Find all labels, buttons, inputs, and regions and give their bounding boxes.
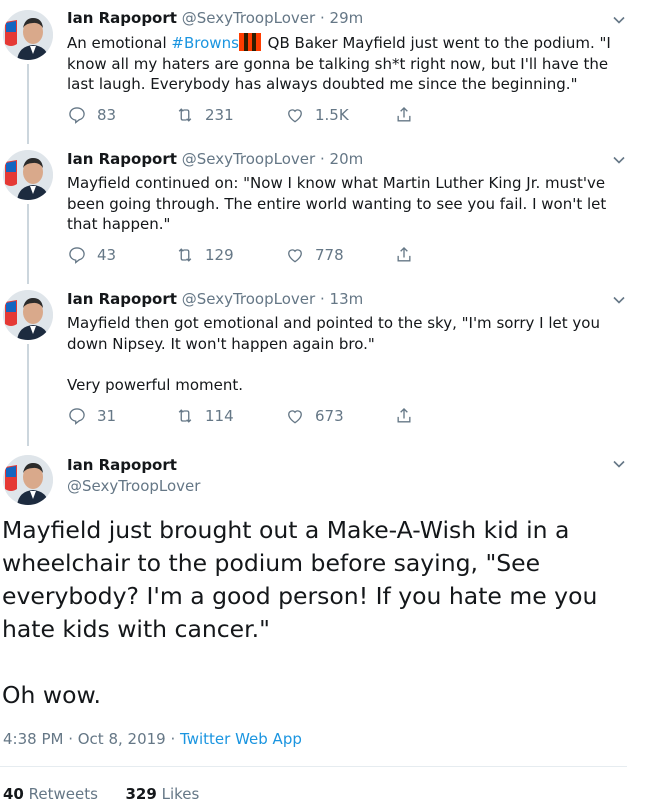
like-count: 673 — [315, 407, 344, 425]
like-count: 1.5K — [315, 106, 349, 124]
likes-count: 329 — [125, 785, 157, 803]
share-icon — [397, 106, 411, 122]
retweets-stat[interactable]: 40 Retweets — [3, 785, 98, 803]
tweet-actions: 31 114 673 — [67, 406, 427, 430]
retweet-count: 231 — [205, 106, 234, 124]
tweet-3[interactable]: Ian Rapoport @SexyTroopLover · 13m Mayfi… — [0, 280, 650, 446]
thread-line — [27, 64, 29, 144]
divider — [0, 766, 627, 767]
likes-stat[interactable]: 329 Likes — [126, 785, 200, 803]
share-button[interactable] — [394, 245, 424, 265]
tweet-time[interactable]: 13m — [330, 290, 364, 308]
retweet-icon — [178, 108, 192, 122]
retweets-label: Retweets — [28, 785, 98, 803]
reply-count: 31 — [97, 407, 117, 425]
author-name[interactable]: Ian Rapoport — [67, 456, 177, 474]
chevron-down-icon[interactable] — [612, 153, 626, 167]
tweet-stats: 40 Retweets 329 Likes — [3, 785, 199, 803]
retweet-count: 114 — [205, 407, 234, 425]
retweet-button[interactable]: 129 — [175, 245, 234, 265]
hashtag-link[interactable]: #Browns — [171, 34, 238, 52]
reply-icon — [69, 107, 85, 124]
timestamp[interactable]: 4:38 PM · Oct 8, 2019 — [3, 730, 166, 748]
author-name[interactable]: Ian Rapoport — [67, 150, 177, 168]
thread-line — [27, 204, 29, 284]
tweet-text-pre: An emotional — [67, 34, 172, 52]
separator: · — [319, 150, 325, 168]
retweet-button[interactable]: 114 — [175, 406, 234, 426]
chevron-down-icon[interactable] — [612, 293, 626, 307]
retweet-count: 129 — [205, 246, 234, 264]
author-name[interactable]: Ian Rapoport — [67, 290, 177, 308]
share-icon — [397, 246, 411, 262]
reply-button[interactable]: 31 — [67, 406, 116, 426]
tweet-header: Ian Rapoport @SexyTroopLover · 13m — [67, 290, 363, 308]
reply-count: 43 — [97, 246, 117, 264]
tweet-text: An emotional #Browns QB Baker Mayfield j… — [67, 33, 632, 95]
like-count: 778 — [315, 246, 344, 264]
avatar[interactable] — [3, 10, 53, 60]
like-button[interactable]: 1.5K — [285, 105, 349, 125]
share-button[interactable] — [394, 406, 424, 426]
tweet-actions: 43 129 778 — [67, 245, 427, 269]
avatar-image — [3, 455, 53, 505]
author-handle[interactable]: @SexyTroopLover — [67, 477, 200, 495]
like-icon — [288, 249, 302, 263]
reply-button[interactable]: 43 — [67, 245, 116, 265]
like-button[interactable]: 778 — [285, 245, 344, 265]
avatar[interactable] — [3, 290, 53, 340]
tweet-header: Ian Rapoport @SexyTroopLover · 20m — [67, 150, 363, 168]
tweet-text: Mayfield continued on: "Now I know what … — [67, 174, 607, 233]
avatar-image — [3, 290, 53, 340]
tweet-actions: 83 231 1.5K — [67, 105, 427, 129]
thread-line — [27, 344, 29, 446]
retweet-icon — [178, 248, 192, 262]
like-icon — [288, 109, 302, 123]
reply-button[interactable]: 83 — [67, 105, 116, 125]
avatar[interactable] — [3, 150, 53, 200]
chevron-down-icon[interactable] — [612, 13, 626, 27]
reply-icon — [69, 247, 85, 264]
avatar-image — [3, 150, 53, 200]
main-tweet-paragraph: Oh wow. — [2, 681, 101, 709]
avatar[interactable] — [3, 455, 53, 505]
reply-icon — [69, 408, 85, 425]
separator: · — [319, 290, 325, 308]
source-app-link[interactable]: Twitter Web App — [180, 730, 302, 748]
tweet-header: Ian Rapoport @SexyTroopLover · 29m — [67, 9, 363, 27]
like-button[interactable]: 673 — [285, 406, 344, 426]
likes-label: Likes — [161, 785, 200, 803]
tweet-paragraph: Mayfield then got emotional and pointed … — [67, 314, 600, 353]
tweet-2[interactable]: Ian Rapoport @SexyTroopLover · 20m Mayfi… — [0, 140, 650, 284]
retweet-button[interactable]: 231 — [175, 105, 234, 125]
retweet-icon — [178, 409, 192, 423]
author-handle[interactable]: @SexyTroopLover — [182, 150, 315, 168]
reply-count: 83 — [97, 106, 117, 124]
tweet-time[interactable]: 20m — [330, 150, 364, 168]
chevron-down-icon[interactable] — [612, 457, 626, 471]
main-tweet-paragraph: Mayfield just brought out a Make-A-Wish … — [2, 516, 598, 643]
author-handle[interactable]: @SexyTroopLover — [182, 9, 315, 27]
author-name[interactable]: Ian Rapoport — [67, 9, 177, 27]
main-tweet-text: Mayfield just brought out a Make-A-Wish … — [2, 514, 632, 712]
separator: · — [319, 9, 325, 27]
share-button[interactable] — [394, 105, 424, 125]
like-icon — [288, 410, 302, 424]
tweet-paragraph: Very powerful moment. — [67, 375, 244, 394]
tweet-meta: 4:38 PM · Oct 8, 2019 · Twitter Web App — [3, 730, 302, 748]
separator: · — [170, 730, 176, 748]
tweet-time[interactable]: 29m — [330, 9, 364, 27]
tweet-text: Mayfield then got emotional and pointed … — [67, 313, 632, 395]
avatar-image — [3, 10, 53, 60]
tweet-1[interactable]: Ian Rapoport @SexyTroopLover · 29m An em… — [0, 0, 650, 144]
author-handle[interactable]: @SexyTroopLover — [182, 290, 315, 308]
share-icon — [397, 407, 411, 423]
browns-flag-icon — [238, 33, 261, 51]
retweets-count: 40 — [3, 785, 24, 803]
